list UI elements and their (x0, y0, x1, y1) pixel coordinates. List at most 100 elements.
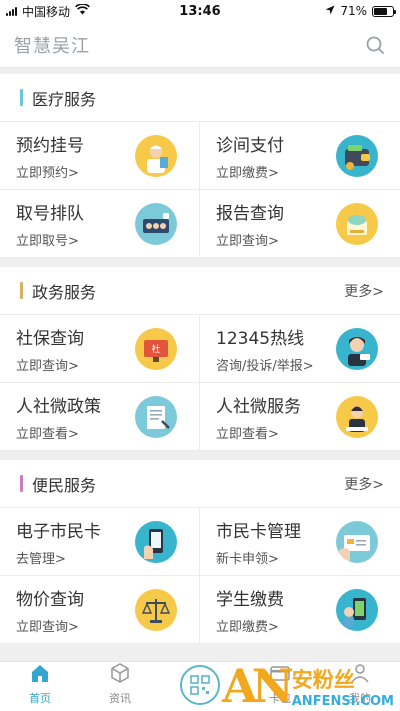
social-security-icon: 社 (135, 327, 177, 370)
service-item-action: 立即查询> (16, 619, 79, 635)
section-title: 医疗服务 (20, 86, 96, 110)
service-item-action: 立即取号> (16, 233, 79, 249)
service-item-text: 市民卡管理新卡申领> (216, 517, 301, 567)
student-pay-icon (336, 588, 378, 631)
status-bar: 中国移动 13:46 71% (0, 0, 400, 22)
section-accent-bar (20, 282, 23, 299)
clock: 13:46 (179, 3, 221, 19)
service-item-title: 学生缴费 (216, 589, 284, 610)
service-item[interactable]: 诊间支付立即缴费> (200, 122, 400, 190)
wifi-icon (75, 3, 90, 18)
service-item-action: 立即缴费> (216, 619, 279, 635)
tab-label: 资讯 (109, 692, 131, 705)
service-item-text: 诊间支付立即缴费> (216, 131, 284, 181)
service-item-text: 取号排队立即取号> (16, 199, 84, 249)
nurse-icon (135, 134, 177, 177)
service-item-action: 新卡申领> (216, 551, 279, 567)
section-title-text: 政务服务 (32, 282, 97, 302)
app-header: 智慧吴江 (0, 22, 400, 68)
qr-code-icon[interactable] (180, 664, 220, 705)
location-arrow-icon (325, 4, 335, 18)
search-icon[interactable] (364, 34, 386, 56)
service-item-title: 预约挂号 (16, 135, 84, 156)
citizen-card-icon (336, 520, 378, 563)
watermark: AN 安粉丝 ANFENSI.COM (222, 663, 394, 709)
service-item-text: 人社微服务立即查看> (216, 392, 301, 442)
section-3: 便民服务 更多> 电子市民卡去管理> 市民卡管理新卡申领> 物价查询立即查询> 学生缴费立… (0, 460, 400, 644)
tab-home[interactable]: 首页 (0, 662, 80, 711)
wallet-icon (336, 134, 378, 177)
policy-document-icon (135, 395, 177, 438)
more-link[interactable]: 更多> (344, 281, 384, 301)
service-item[interactable]: 学生缴费立即缴费> (200, 576, 400, 644)
service-item-text: 预约挂号立即预约> (16, 131, 84, 181)
battery-percent: 71% (340, 4, 367, 18)
service-staff-icon (336, 395, 378, 438)
service-item-text: 报告查询 立即查询> (216, 199, 284, 249)
service-item-text: 学生缴费立即缴费> (216, 585, 284, 635)
section-header: 政务服务 更多> (0, 267, 400, 315)
service-item-text: 人社微政策立即查看> (16, 392, 101, 442)
home-icon (29, 662, 51, 687)
queue-icon (135, 202, 177, 245)
service-grid: 电子市民卡去管理> 市民卡管理新卡申领> 物价查询立即查询> 学生缴费立即缴费> (0, 508, 400, 644)
service-item-title: 物价查询 (16, 589, 84, 610)
service-item-title: 诊间支付 (216, 135, 284, 156)
section-2: 政务服务 更多> 社保查询 立即查询> 社 12345热线 咨询/投诉/举报> 人社微政策 立即… (0, 267, 400, 451)
status-left: 中国移动 (6, 3, 90, 20)
watermark-en: ANFENSI.COM (291, 693, 394, 709)
service-item-text: 社保查询立即查询> (16, 324, 84, 374)
section-header: 医疗服务 (0, 74, 400, 122)
tab-label: 首页 (29, 692, 51, 705)
section-accent-bar (20, 475, 23, 492)
tab-cube[interactable]: 资讯 (80, 662, 160, 711)
service-item-title: 人社微政策 (16, 396, 101, 417)
service-item[interactable]: 市民卡管理新卡申领> (200, 508, 400, 576)
service-item-title: 市民卡管理 (216, 521, 301, 542)
service-item[interactable]: 电子市民卡去管理> (0, 508, 200, 576)
service-item[interactable]: 人社微服务立即查看> (200, 383, 400, 451)
service-item[interactable]: 人社微政策立即查看> (0, 383, 200, 451)
service-item[interactable]: 报告查询 立即查询> (200, 190, 400, 258)
more-link[interactable]: 更多> (344, 474, 384, 494)
service-grid: 预约挂号立即预约> 诊间支付立即缴费> 取号排队立即取号> 报告查询 立即查询> (0, 122, 400, 258)
service-item[interactable]: 预约挂号立即预约> (0, 122, 200, 190)
service-item-text: 电子市民卡去管理> (16, 517, 101, 567)
service-item-action: 去管理> (16, 551, 66, 567)
service-item-action: 立即查看> (216, 426, 279, 442)
service-item-title: 社保查询 (16, 328, 84, 349)
hotline-icon (336, 327, 378, 370)
service-item-action: 立即查询> (16, 358, 79, 374)
status-right: 71% (325, 4, 396, 18)
service-item[interactable]: 物价查询立即查询> (0, 576, 200, 644)
battery-icon (372, 5, 396, 17)
service-item[interactable]: 12345热线 咨询/投诉/举报> (200, 315, 400, 383)
svg-text:社: 社 (151, 343, 160, 355)
service-item[interactable]: 社保查询立即查询> 社 (0, 315, 200, 383)
service-item[interactable]: 取号排队立即取号> (0, 190, 200, 258)
watermark-cn: 安粉丝 (291, 667, 355, 692)
service-item-title: 取号排队 (16, 203, 84, 224)
service-item-action: 立即缴费> (216, 165, 279, 181)
app-title: 智慧吴江 (14, 35, 90, 57)
section-1: 医疗服务预约挂号立即预约> 诊间支付立即缴费> 取号排队立即取号> 报告查询 立即查询> (0, 74, 400, 258)
service-item-action: 立即预约> (16, 165, 79, 181)
service-item-action: 立即查询> (216, 233, 279, 249)
service-item-title: 电子市民卡 (16, 521, 101, 542)
section-header: 便民服务 更多> (0, 460, 400, 508)
signal-icon (6, 6, 17, 16)
balance-scale-icon (135, 588, 177, 631)
service-item-title: 12345热线 (216, 328, 305, 349)
service-item-text: 12345热线 咨询/投诉/举报> (216, 324, 314, 374)
service-item-title: 人社微服务 (216, 396, 301, 417)
section-accent-bar (20, 89, 23, 106)
service-item-action: 立即查看> (16, 426, 79, 442)
watermark-logo: AN (222, 659, 294, 711)
carrier-label: 中国移动 (22, 4, 71, 19)
service-list: 医疗服务预约挂号立即预约> 诊间支付立即缴费> 取号排队立即取号> 报告查询 立即查询>… (0, 68, 400, 661)
cube-icon (109, 662, 131, 687)
section-title: 政务服务 (20, 279, 96, 303)
service-item-text: 物价查询立即查询> (16, 585, 84, 635)
service-grid: 社保查询 立即查询> 社 12345热线 咨询/投诉/举报> 人社微政策 立即查看> 人社微服… (0, 315, 400, 451)
phone-card-icon (135, 520, 177, 563)
